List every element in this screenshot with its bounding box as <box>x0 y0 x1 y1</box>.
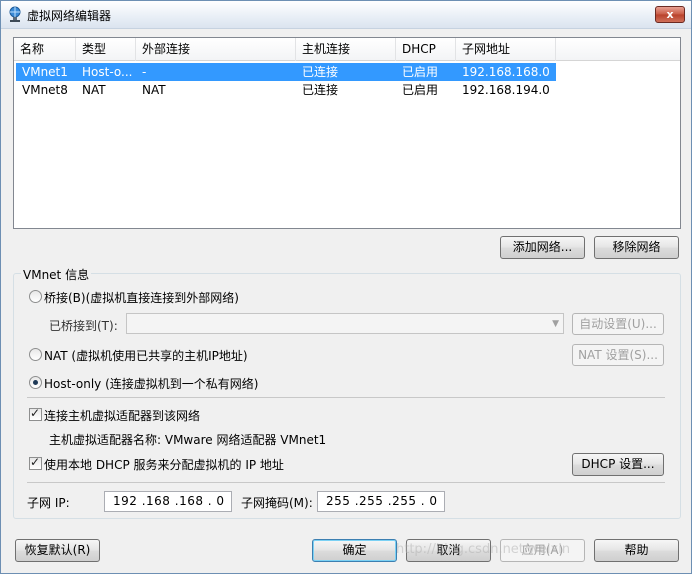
table-row[interactable]: VMnet8 NAT NAT 已连接 已启用 192.168.194.0 <box>14 81 680 99</box>
column-header-subnet[interactable]: 子网地址 <box>456 38 556 61</box>
vmnet-info-legend: VMnet 信息 <box>21 266 92 283</box>
dhcp-settings-button[interactable]: DHCP 设置... <box>572 453 664 476</box>
restore-defaults-button[interactable]: 恢复默认(R) <box>15 539 100 562</box>
nat-label: NAT (虚拟机使用已共享的主机IP地址) <box>44 349 248 363</box>
connect-adapter-checkbox[interactable] <box>29 406 42 421</box>
cell-dhcp: 已启用 <box>402 83 439 97</box>
cell-dhcp: 已启用 <box>402 65 439 79</box>
column-header-external[interactable]: 外部连接 <box>136 38 296 61</box>
watermark: http://blog.csdn.net/weixin <box>396 542 571 557</box>
network-globe-icon <box>9 6 21 22</box>
close-button[interactable]: x <box>655 6 685 23</box>
subnet-ip-field[interactable]: 192 .168 .168 . 0 <box>104 491 232 512</box>
subnet-mask-label: 子网掩码(M): <box>241 496 313 510</box>
title-bar[interactable]: 虚拟网络编辑器 x <box>1 1 691 29</box>
remove-network-button[interactable]: 移除网络 <box>594 236 679 259</box>
ok-button[interactable]: 确定 <box>312 539 397 562</box>
nat-radio[interactable] <box>29 348 42 361</box>
window-title: 虚拟网络编辑器 <box>27 9 112 23</box>
cell-type: NAT <box>82 83 106 97</box>
host-only-label: Host-only (连接虚拟机到一个私有网络) <box>44 377 259 391</box>
virtual-network-editor-window: 虚拟网络编辑器 x 名称 类型 外部连接 主机连接 DHCP 子网地址 VMne… <box>0 0 692 574</box>
bridged-to-label: 已桥接到(T): <box>49 319 118 333</box>
cell-host: 已连接 <box>302 65 339 79</box>
column-header-type[interactable]: 类型 <box>76 38 136 61</box>
table-row[interactable]: VMnet1 Host-o... - 已连接 已启用 192.168.168.0 <box>14 63 680 81</box>
list-header: 名称 类型 外部连接 主机连接 DHCP 子网地址 <box>14 38 680 61</box>
auto-settings-button[interactable]: 自动设置(U)... <box>572 313 664 335</box>
network-list[interactable]: 名称 类型 外部连接 主机连接 DHCP 子网地址 VMnet1 Host-o.… <box>13 37 681 229</box>
cell-name: VMnet8 <box>22 83 68 97</box>
help-button[interactable]: 帮助 <box>594 539 679 562</box>
subnet-ip-label: 子网 IP: <box>27 496 70 510</box>
use-dhcp-checkbox[interactable] <box>29 455 42 470</box>
bridged-to-select[interactable]: ▼ <box>126 313 564 334</box>
bridged-radio[interactable] <box>29 290 42 303</box>
chevron-down-icon: ▼ <box>552 319 559 329</box>
cell-external: NAT <box>142 83 166 97</box>
cell-host: 已连接 <box>302 83 339 97</box>
subnet-mask-field[interactable]: 255 .255 .255 . 0 <box>317 491 445 512</box>
connect-adapter-label: 连接主机虚拟适配器到该网络 <box>44 409 201 423</box>
divider <box>27 482 665 483</box>
host-only-radio[interactable] <box>29 376 42 389</box>
use-dhcp-label: 使用本地 DHCP 服务来分配虚拟机的 IP 地址 <box>44 458 284 472</box>
cell-subnet: 192.168.168.0 <box>462 65 550 79</box>
cell-external: - <box>142 65 147 79</box>
add-network-button[interactable]: 添加网络... <box>500 236 585 259</box>
cell-type: Host-o... <box>82 65 133 79</box>
close-icon: x <box>666 8 674 21</box>
nat-settings-button[interactable]: NAT 设置(S)... <box>572 344 664 366</box>
column-header-name[interactable]: 名称 <box>14 38 76 61</box>
adapter-name-text: 主机虚拟适配器名称: VMware 网络适配器 VMnet1 <box>49 433 327 447</box>
divider <box>27 397 665 398</box>
column-header-host[interactable]: 主机连接 <box>296 38 396 61</box>
cell-name: VMnet1 <box>22 65 68 79</box>
cell-subnet: 192.168.194.0 <box>462 83 550 97</box>
bridged-label: 桥接(B)(虚拟机直接连接到外部网络) <box>44 291 239 305</box>
column-header-dhcp[interactable]: DHCP <box>396 38 456 61</box>
